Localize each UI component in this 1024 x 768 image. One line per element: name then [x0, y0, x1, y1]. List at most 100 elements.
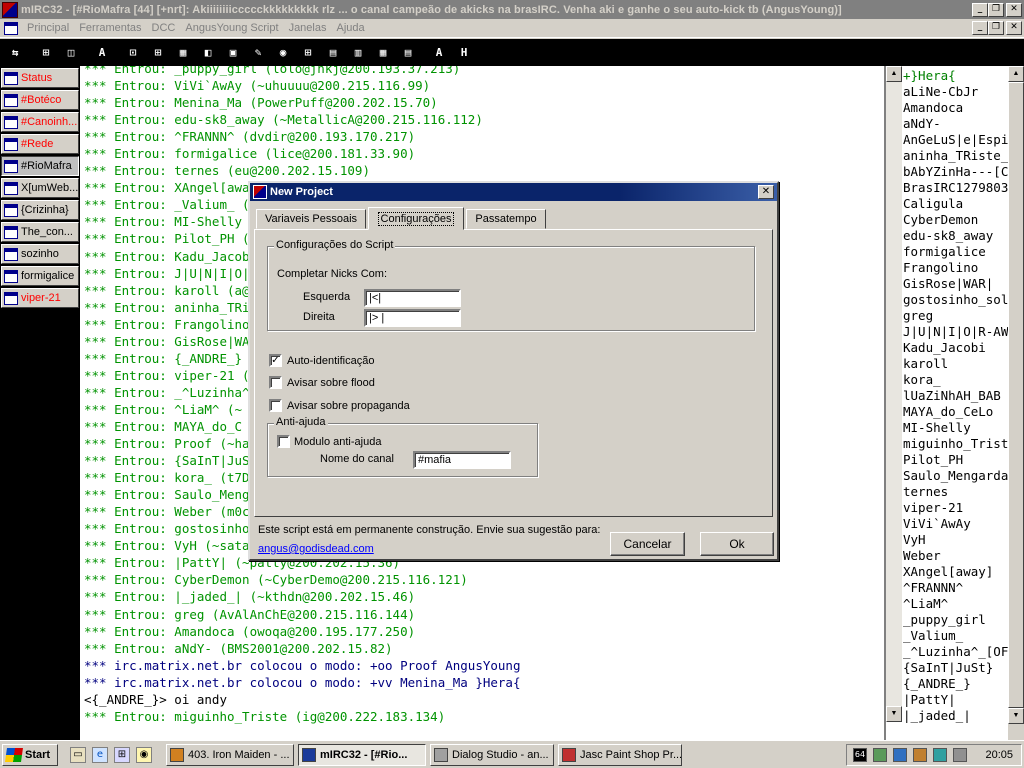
nick-item[interactable]: aLiNe-CbJr [903, 84, 1024, 100]
toolbar-button-16-icon[interactable]: A [430, 44, 448, 62]
toolbar-button-2-icon[interactable]: ◫ [62, 44, 80, 62]
menu-ferramentas[interactable]: Ferramentas [74, 22, 146, 34]
toolbar-button-0-icon[interactable]: ⇆ [6, 44, 24, 62]
channel-window-icon[interactable] [4, 21, 18, 35]
switchbar-item[interactable]: #Canoinh... [1, 112, 79, 132]
nick-item[interactable]: aNdY- [903, 116, 1024, 132]
scroll-down-arrow-icon[interactable]: ▼ [886, 706, 902, 722]
nicklist-left-scrollbar[interactable]: ▲ ▼ [886, 66, 902, 722]
toolbar-button-10-icon[interactable]: ◉ [274, 44, 292, 62]
nick-item[interactable]: karoll [903, 356, 1024, 372]
child-restore-button[interactable]: ❐ [988, 21, 1004, 35]
toolbar-button-13-icon[interactable]: ▥ [349, 44, 367, 62]
nick-item[interactable]: |_jaded_| [903, 708, 1024, 724]
network-icon[interactable]: ⊞ [114, 746, 130, 763]
show-desktop-icon[interactable]: ▭ [70, 746, 86, 763]
nick-scroll-down-icon[interactable]: ▼ [1008, 708, 1024, 724]
direita-input[interactable]: |> | [364, 309, 461, 327]
switchbar-item[interactable]: Status [1, 68, 79, 88]
nick-item[interactable]: CyberDemon [903, 212, 1024, 228]
nome-canal-input[interactable]: #mafia [413, 451, 511, 469]
ok-button[interactable]: Ok [700, 532, 774, 556]
switchbar-item[interactable]: #Rede [1, 134, 79, 154]
tray-volume-icon[interactable] [953, 748, 967, 762]
nick-item[interactable]: _puppy_girl [903, 612, 1024, 628]
cancel-button[interactable]: Cancelar [610, 532, 685, 556]
modulo-anti-ajuda-checkbox[interactable] [277, 435, 290, 448]
media-player-icon[interactable]: ◉ [136, 746, 152, 763]
menu-principal[interactable]: Principal [22, 22, 74, 34]
mirc-app-icon[interactable] [2, 1, 18, 18]
minimize-button[interactable]: _ [972, 2, 988, 17]
suggestion-email-link[interactable]: angus@godisdead.com [258, 543, 374, 555]
nick-item[interactable]: Frangolino [903, 260, 1024, 276]
menu-ajuda[interactable]: Ajuda [331, 22, 369, 34]
nick-item[interactable]: edu-sk8_away [903, 228, 1024, 244]
switchbar-item[interactable]: sozinho [1, 244, 79, 264]
nick-item[interactable]: MI-Shelly [903, 420, 1024, 436]
toolbar-button-1-icon[interactable]: ⊞ [37, 44, 55, 62]
switchbar-item[interactable]: The_con... [1, 222, 79, 242]
nick-item[interactable]: |PattY| [903, 692, 1024, 708]
child-minimize-button[interactable]: _ [972, 21, 988, 35]
nick-item[interactable]: _Valium_ [903, 628, 1024, 644]
nick-item[interactable]: ^FRANNN^ [903, 580, 1024, 596]
avisar-propaganda-checkbox[interactable] [269, 399, 282, 412]
toolbar-button-17-icon[interactable]: H [455, 44, 473, 62]
tray-connections-icon[interactable] [933, 748, 947, 762]
nick-item[interactable]: kora_ [903, 372, 1024, 388]
toolbar-button-5-icon[interactable]: ⊞ [149, 44, 167, 62]
nick-item[interactable]: Kadu_Jacobi [903, 340, 1024, 356]
nick-item[interactable]: ViVi`AwAy [903, 516, 1024, 532]
auto-identificacao-label[interactable]: Auto-identificação [287, 355, 374, 367]
tab-configuracoes[interactable]: Configurações [368, 207, 464, 230]
esquerda-input[interactable]: |<| [364, 289, 461, 307]
modulo-anti-ajuda-label[interactable]: Modulo anti-ajuda [294, 436, 381, 448]
nick-item[interactable]: formigalice [903, 244, 1024, 260]
nick-item[interactable]: Caligula [903, 196, 1024, 212]
menu-dcc[interactable]: DCC [147, 22, 181, 34]
close-button[interactable]: ✕ [1006, 2, 1022, 17]
nick-item[interactable]: Pilot_PH [903, 452, 1024, 468]
nick-item[interactable]: lUaZiNhAH_BAB [903, 388, 1024, 404]
avisar-flood-label[interactable]: Avisar sobre flood [287, 377, 375, 389]
toolbar-button-3-icon[interactable]: A [93, 44, 111, 62]
tab-passatempo[interactable]: Passatempo [466, 209, 546, 229]
tray-app-icon[interactable] [913, 748, 927, 762]
switchbar-item[interactable]: formigalice [1, 266, 79, 286]
nick-item[interactable]: bAbYZinHa---[C [903, 164, 1024, 180]
restore-button[interactable]: ❐ [988, 2, 1004, 17]
taskbar-task[interactable]: mIRC32 - [#Rio... [298, 743, 426, 766]
switchbar-item[interactable]: X[umWeb... [1, 178, 79, 198]
avisar-flood-checkbox[interactable] [269, 376, 282, 389]
nick-item[interactable]: GisRose|WAR| [903, 276, 1024, 292]
nick-item[interactable]: VyH [903, 532, 1024, 548]
nick-item[interactable]: +}Hera{ [903, 68, 1024, 84]
nick-item[interactable]: ^LiaM^ [903, 596, 1024, 612]
switchbar-item[interactable]: viper-21 [1, 288, 79, 308]
nick-item[interactable]: Weber [903, 548, 1024, 564]
start-button[interactable]: Start [2, 743, 58, 766]
toolbar-button-14-icon[interactable]: ▦ [374, 44, 392, 62]
nick-item[interactable]: viper-21 [903, 500, 1024, 516]
tray-network-icon[interactable] [873, 748, 887, 762]
toolbar-button-12-icon[interactable]: ▤ [324, 44, 342, 62]
nick-list[interactable]: ▲ ▼ +}Hera{aLiNe-CbJr Amandoca aNdY- AnGeLu… [884, 66, 1024, 740]
menu-janelas[interactable]: Janelas [284, 22, 332, 34]
nick-item[interactable]: {SaInT|JuSt} [903, 660, 1024, 676]
auto-identificacao-checkbox[interactable]: ✓ [269, 354, 282, 367]
nick-item[interactable]: BrasIRC1279803 [903, 180, 1024, 196]
nick-item[interactable]: MAYA_do_CeLo [903, 404, 1024, 420]
nick-item[interactable]: {_ANDRE_} [903, 676, 1024, 692]
nicklist-scrollbar[interactable]: ▲ ▼ [1008, 66, 1024, 740]
nick-item[interactable]: ternes [903, 484, 1024, 500]
toolbar-button-6-icon[interactable]: ▦ [174, 44, 192, 62]
nick-item[interactable]: miguinho_Triste [903, 436, 1024, 452]
nick-item[interactable]: AnGeLuS|e|Espi [903, 132, 1024, 148]
taskbar-task[interactable]: 403. Iron Maiden - ... [166, 743, 294, 766]
nick-item[interactable]: XAngel[away] [903, 564, 1024, 580]
menu-angusyoung-script[interactable]: AngusYoung Script [180, 22, 283, 34]
clock[interactable]: 20:05 [985, 749, 1013, 761]
nick-item[interactable]: aninha_TRiste_n [903, 148, 1024, 164]
tray-badge-icon[interactable]: 64 [853, 748, 867, 762]
